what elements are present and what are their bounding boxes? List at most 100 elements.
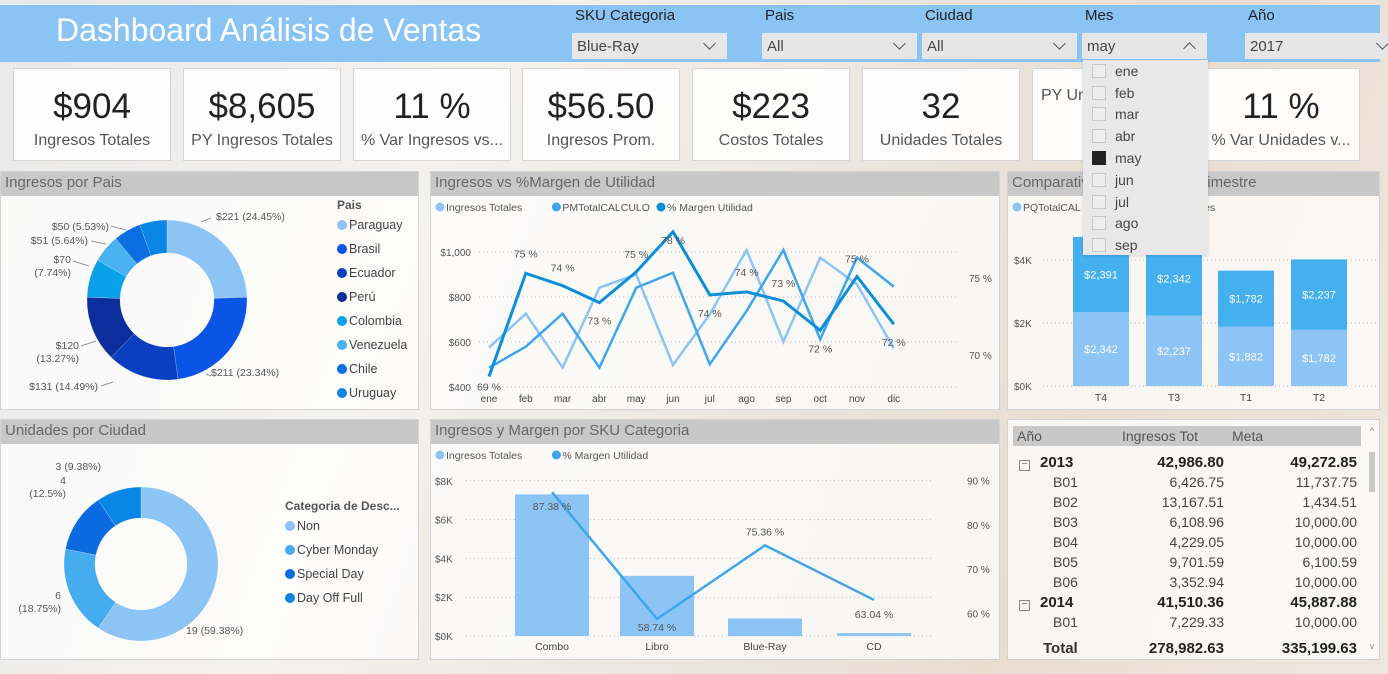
month-dropdown-list[interactable]: ene feb mar abr may jun jul ago sep [1083, 60, 1208, 255]
slicer-dropdown-año[interactable]: 2017 [1245, 33, 1388, 59]
month-option-jun[interactable]: jun [1083, 169, 1208, 191]
legend-item[interactable]: Perú [349, 290, 375, 304]
donut-slice-paraguay[interactable] [166, 219, 248, 299]
bar[interactable] [515, 494, 589, 636]
donut-chart-pais: $221 (24.45%) $211 (23.34%) $131 (14.49%) $… [29, 198, 407, 400]
table-row[interactable]: −2014 41,510.36 45,887.88 [1013, 592, 1361, 612]
collapse-icon[interactable]: − [1019, 459, 1030, 471]
option-label: ene [1115, 62, 1139, 79]
month-option-may[interactable]: may [1083, 147, 1208, 169]
slicer-dropdown-sku-categoria[interactable]: Blue-Ray [572, 33, 727, 59]
column-header[interactable]: Año [1013, 426, 1118, 446]
legend-item[interactable]: Venezuela [349, 338, 407, 352]
slicer-dropdown-pais[interactable]: All [762, 33, 917, 59]
slicer-label: Ciudad [925, 7, 973, 24]
kpi-label: PY Ingresos Totales [191, 132, 333, 149]
kpi-label: Ingresos Totales [33, 132, 151, 149]
legend-item[interactable]: % Margen Utilidad [562, 450, 648, 462]
checkbox[interactable] [1092, 194, 1106, 209]
bar[interactable] [728, 618, 802, 636]
legend-item[interactable]: Ecuador [349, 266, 396, 280]
month-option-mar[interactable]: mar [1083, 104, 1208, 126]
donut-chart-ciudad: 19 (59.38%) 6(18.75%) 4(12.5%) 3 (9.38%) Cat… [18, 461, 400, 642]
column-header[interactable]: Meta [1228, 426, 1361, 446]
checkbox[interactable] [1092, 216, 1106, 231]
table-row[interactable]: B04 4,229.05 10,000.00 [1013, 532, 1361, 552]
table-row[interactable]: B06 3,352.94 10,000.00 [1013, 572, 1361, 592]
legend-title: Pais [337, 198, 362, 212]
data-label: $70 [53, 254, 71, 266]
legend-item[interactable]: Uruguay [349, 386, 397, 400]
kpi-card: 11 % % Var Unidades v... [1202, 68, 1360, 161]
legend-marker [337, 244, 347, 254]
month-option-feb[interactable]: feb [1083, 82, 1208, 104]
legend-item[interactable]: Ingresos Totales [446, 450, 522, 462]
data-label: 19 (59.38%) [186, 625, 243, 637]
y-tick-label: $8K [435, 477, 453, 488]
legend-item[interactable]: Colombia [349, 314, 402, 328]
legend-item[interactable]: Non [297, 519, 320, 533]
checkbox[interactable] [1092, 107, 1106, 122]
month-option-abr[interactable]: abr [1083, 125, 1208, 147]
x-tick-label: T2 [1313, 392, 1325, 404]
month-option-ene[interactable]: ene [1083, 60, 1208, 82]
checkbox[interactable] [1092, 172, 1106, 187]
data-label: $120 [56, 340, 80, 352]
checkbox[interactable] [1092, 151, 1106, 166]
month-option-ago[interactable]: ago [1083, 213, 1208, 235]
data-label: 73 % [587, 316, 611, 328]
legend-item[interactable]: Ingresos Totales [446, 202, 522, 214]
table-row[interactable]: B02 13,167.51 1,434.51 [1013, 492, 1361, 512]
x-tick-label: nov [849, 394, 865, 405]
legend-item[interactable]: PQTotalCAL [1023, 202, 1081, 214]
option-label: ago [1115, 215, 1139, 232]
kpi-label: % Var Ingresos vs... [361, 132, 503, 149]
kpi-label: Ingresos Prom. [546, 132, 656, 149]
total-ingresos: 278,982.63 [1148, 640, 1224, 657]
kpi-card: $904 Ingresos Totales [13, 68, 171, 161]
panel-matrix-table: Año Ingresos Tot Meta −2013 42,986.80 49,272.… [1007, 419, 1380, 660]
column-header[interactable]: Ingresos Tot [1118, 426, 1228, 446]
cell-ingresos: 3,352.94 [1169, 574, 1225, 590]
table-row[interactable]: B01 7,229.33 10,000.00 [1013, 612, 1361, 632]
legend-item[interactable]: Chile [349, 362, 378, 376]
chevron-down-icon [1376, 37, 1388, 50]
table-row[interactable]: −2013 42,986.80 49,272.85 [1013, 452, 1361, 472]
kpi-card: 11 % % Var Ingresos vs... [353, 68, 511, 161]
page-title: Dashboard Análisis de Ventas [56, 12, 482, 48]
table-row[interactable]: B05 9,701.59 6,100.59 [1013, 552, 1361, 572]
legend-title: Categoria de Desc... [285, 499, 400, 513]
y-tick-label: $600 [449, 338, 472, 349]
data-label: 78 % [661, 235, 685, 247]
legend-item[interactable]: PMTotalCALCULO [562, 202, 650, 214]
leader-line [200, 217, 212, 223]
legend-item[interactable]: % Margen Utilidad [667, 202, 753, 214]
option-label: jun [1115, 171, 1134, 188]
legend-item[interactable]: Day Off Full [297, 591, 363, 605]
table-scrollbar[interactable]: ^ v [1366, 426, 1378, 651]
table-row[interactable]: B01 6,426.75 11,737.75 [1013, 472, 1361, 492]
checkbox[interactable] [1092, 129, 1106, 144]
slicer-dropdown-ciudad[interactable]: All [922, 33, 1077, 59]
month-option-sep[interactable]: sep [1083, 234, 1208, 255]
total-meta: 335,199.63 [1281, 640, 1357, 657]
checkbox[interactable] [1092, 63, 1106, 78]
table-row[interactable]: B03 6,108.96 10,000.00 [1013, 512, 1361, 532]
legend-item[interactable]: Brasil [349, 242, 380, 256]
slicer-value: All [767, 37, 784, 55]
legend-item[interactable]: Cyber Monday [297, 543, 379, 557]
checkbox[interactable] [1092, 85, 1106, 100]
checkbox[interactable] [1092, 238, 1106, 253]
row-label: B01 [1053, 474, 1078, 490]
y-tick-label: $800 [449, 293, 472, 304]
series-line-2[interactable] [487, 229, 895, 378]
month-option-jul[interactable]: jul [1083, 191, 1208, 213]
margin-line[interactable] [551, 491, 875, 621]
legend-item[interactable]: Special Day [297, 567, 364, 581]
collapse-icon[interactable]: − [1019, 599, 1030, 611]
slicer-value: 2017 [1250, 37, 1284, 55]
bar[interactable] [837, 633, 911, 636]
slicer-dropdown-mes[interactable]: may [1082, 33, 1207, 59]
data-label: 63.04 % [855, 609, 894, 621]
legend-item[interactable]: Paraguay [349, 218, 403, 232]
